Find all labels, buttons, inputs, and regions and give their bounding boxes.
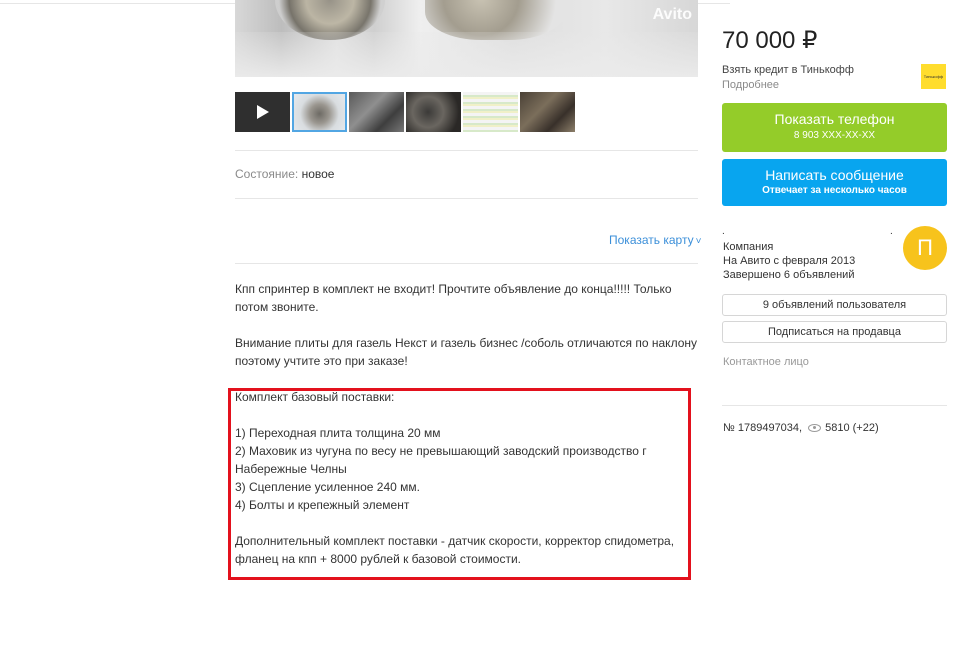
thumbnail-engine[interactable] xyxy=(406,92,461,132)
avatar-letter: П xyxy=(917,235,933,260)
chevron-down-icon: ˅ xyxy=(695,236,702,247)
thumbnail-cab[interactable] xyxy=(349,92,404,132)
divider xyxy=(722,405,947,406)
tinkoff-logo: Тинькофф xyxy=(921,64,946,89)
seller-type: Компания xyxy=(723,241,774,253)
views-count: 5810 (+22) xyxy=(825,422,879,434)
user-ads-button[interactable]: 9 объявлений пользователя xyxy=(722,294,947,316)
main-photo[interactable]: Avito xyxy=(235,0,698,77)
eye-icon xyxy=(808,424,822,432)
avito-watermark: Avito xyxy=(652,6,692,23)
description-paragraph: Кпп спринтер в комплект не входит! Прочт… xyxy=(235,282,672,314)
contact-person: Контактное лицо xyxy=(723,356,809,368)
seller-info: Компания На Авито с февраля 2013 Заверше… xyxy=(723,240,855,282)
description-paragraph: Внимание плиты для газель Некст и газель… xyxy=(235,336,698,368)
price: 70 000 ₽ xyxy=(722,27,818,54)
ad-number: № 1789497034, xyxy=(723,422,803,434)
write-message-button[interactable]: Написать сообщение Отвечает за несколько… xyxy=(722,159,947,206)
condition-key: Состояние: xyxy=(235,167,299,181)
divider xyxy=(235,198,698,199)
thumbnail-video[interactable] xyxy=(235,92,290,132)
response-time: Отвечает за несколько часов xyxy=(762,185,907,196)
tinkoff-logo-text: Тинькофф xyxy=(923,74,944,79)
credit-link[interactable]: Взять кредит в Тинькофф xyxy=(722,64,854,76)
divider xyxy=(235,263,698,264)
phone-number: 8 903 XXX-XX-XX xyxy=(793,130,876,141)
seller-name-end: . xyxy=(890,226,893,237)
seller-since: На Авито с февраля 2013 xyxy=(723,255,856,267)
seller-avatar[interactable]: П xyxy=(903,226,947,270)
thumbnail-strip xyxy=(235,92,575,132)
play-icon xyxy=(257,105,269,119)
seller-completed: Завершено 6 объявлений xyxy=(723,269,855,281)
credit-more-link[interactable]: Подробнее xyxy=(722,79,779,91)
ad-meta: № 1789497034, 5810 (+22) xyxy=(723,422,879,434)
thumbnail-flywheel[interactable] xyxy=(292,92,347,132)
condition-value: новое xyxy=(301,167,335,181)
thumbnail-spreadsheet[interactable] xyxy=(463,92,518,132)
condition-param: Состояние: новое xyxy=(235,167,334,181)
show-map-link[interactable]: Показать карту ˅ xyxy=(609,233,701,247)
show-phone-button[interactable]: Показать телефон 8 903 XXX-XX-XX xyxy=(722,103,947,152)
thumbnail-gearbox[interactable] xyxy=(520,92,575,132)
seller-name[interactable]: . xyxy=(722,226,725,237)
highlight-box xyxy=(228,388,691,580)
divider xyxy=(235,150,698,151)
photo-blur xyxy=(235,32,698,77)
write-message-label: Написать сообщение xyxy=(765,167,904,183)
show-map-label: Показать карту xyxy=(609,233,694,247)
show-phone-label: Показать телефон xyxy=(774,111,895,127)
subscribe-button[interactable]: Подписаться на продавца xyxy=(722,321,947,343)
